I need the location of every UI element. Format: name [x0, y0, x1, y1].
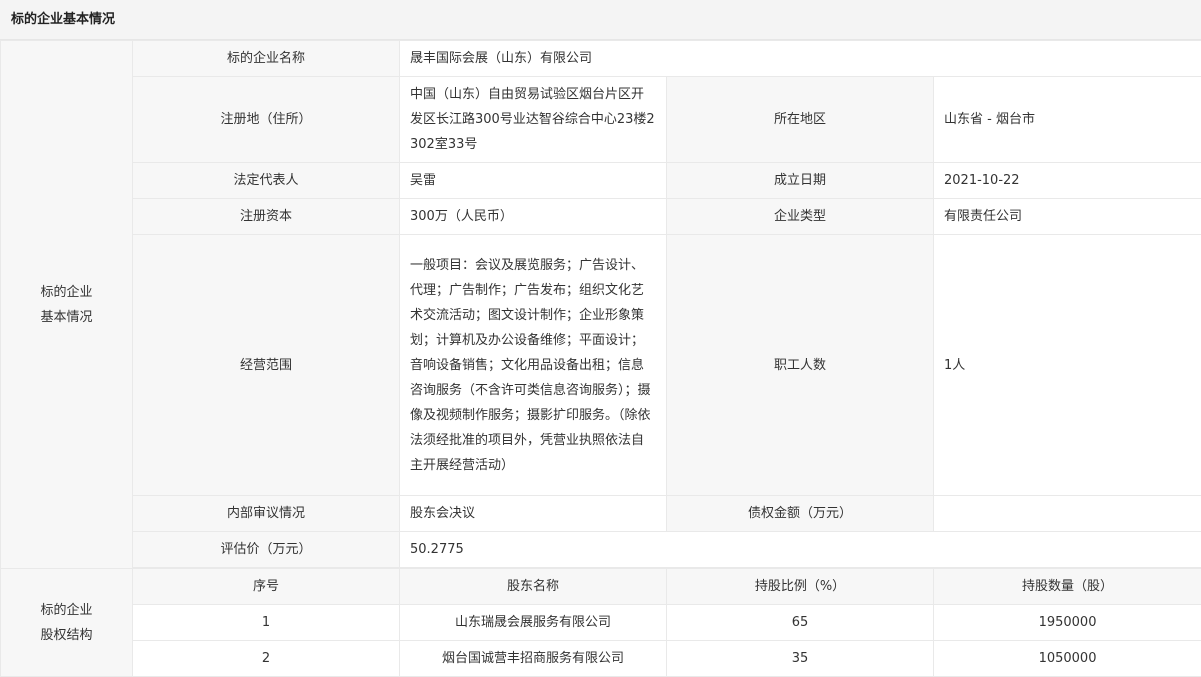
table-row: 2 烟台国诚营丰招商服务有限公司 35 1050000	[1, 640, 1201, 677]
section-label-line: 基本情况	[40, 309, 93, 325]
section-label-line: 标的企业	[40, 284, 93, 300]
section-label-line: 股权结构	[40, 627, 93, 643]
cell-shareholder: 山东瑞晟会展服务有限公司	[399, 604, 667, 641]
equity-header-row: 标的企业 股权结构 序号 股东名称 持股比例（%） 持股数量（股）	[0, 568, 1201, 677]
column-header-ratio: 持股比例（%）	[666, 568, 934, 605]
company-type-label: 企业类型	[666, 198, 934, 235]
audit-value: 股东会决议	[399, 495, 667, 532]
cell-index: 2	[132, 640, 400, 677]
section-label-basic: 标的企业 基本情况	[0, 40, 133, 569]
cell-index: 1	[132, 604, 400, 641]
cell-shareholder: 烟台国诚营丰招商服务有限公司	[399, 640, 667, 677]
column-header-index: 序号	[132, 568, 400, 605]
company-name-label: 标的企业名称	[132, 40, 400, 77]
cell-ratio: 35	[666, 640, 934, 677]
row-valuation: 评估价（万元） 50.2775	[1, 531, 1201, 568]
scope-label: 经营范围	[132, 234, 400, 496]
employees-label: 职工人数	[666, 234, 934, 496]
legal-rep-label: 法定代表人	[132, 162, 400, 199]
cell-shares: 1050000	[932, 640, 1201, 677]
scope-value: 一般项目：会议及展览服务；广告设计、代理；广告制作；广告发布；组织文化艺术交流活…	[399, 234, 667, 496]
debt-label: 债权金额（万元）	[666, 495, 934, 532]
row-address: 注册地（住所） 中国（山东）自由贸易试验区烟台片区开发区长江路300号业达智谷综…	[1, 76, 1201, 163]
valuation-value: 50.2775	[398, 531, 1201, 568]
row-capital: 注册资本 300万（人民币） 企业类型 有限责任公司	[1, 198, 1201, 235]
capital-value: 300万（人民币）	[399, 198, 667, 235]
section-header: 标的企业基本情况	[0, 0, 1201, 40]
row-audit: 内部审议情况 股东会决议 债权金额（万元）	[1, 495, 1201, 532]
enterprise-info-table: 标的企业 基本情况 标的企业名称 晟丰国际会展（山东）有限公司 注册地（住所） …	[0, 40, 1201, 677]
capital-label: 注册资本	[132, 198, 400, 235]
company-type-value: 有限责任公司	[932, 198, 1201, 235]
region-label: 所在地区	[666, 76, 934, 163]
audit-label: 内部审议情况	[132, 495, 400, 532]
company-name-value: 晟丰国际会展（山东）有限公司	[398, 40, 1201, 77]
legal-rep-value: 吴雷	[399, 162, 667, 199]
debt-value	[932, 495, 1201, 532]
row-legal-rep: 法定代表人 吴雷 成立日期 2021-10-22	[1, 162, 1201, 199]
region-value: 山东省 - 烟台市	[932, 76, 1201, 163]
table-row: 1 山东瑞晟会展服务有限公司 65 1950000	[1, 604, 1201, 641]
column-header-shareholder: 股东名称	[399, 568, 667, 605]
section-label-line: 标的企业	[40, 602, 93, 618]
row-company-name: 标的企业 基本情况 标的企业名称 晟丰国际会展（山东）有限公司	[0, 40, 1201, 569]
column-header-shares: 持股数量（股）	[932, 568, 1201, 605]
row-scope: 经营范围 一般项目：会议及展览服务；广告设计、代理；广告制作；广告发布；组织文化…	[1, 234, 1201, 496]
founded-label: 成立日期	[666, 162, 934, 199]
address-label: 注册地（住所）	[132, 76, 400, 163]
founded-value: 2021-10-22	[932, 162, 1201, 199]
section-label-equity: 标的企业 股权结构	[0, 568, 133, 677]
employees-value: 1人	[932, 234, 1201, 496]
valuation-label: 评估价（万元）	[132, 531, 400, 568]
cell-ratio: 65	[666, 604, 934, 641]
address-value: 中国（山东）自由贸易试验区烟台片区开发区长江路300号业达智谷综合中心23楼23…	[399, 76, 667, 163]
cell-shares: 1950000	[932, 604, 1201, 641]
